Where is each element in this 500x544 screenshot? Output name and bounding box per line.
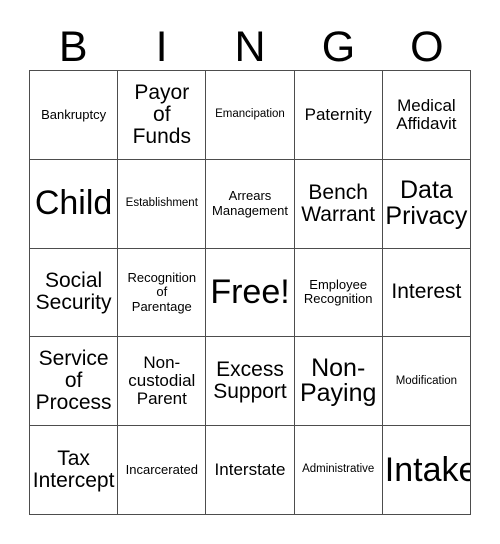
bingo-cell-label: Intake xyxy=(384,450,471,489)
bingo-cell-label: Non- custodial Parent xyxy=(128,352,196,409)
bingo-cell[interactable]: Excess Support xyxy=(206,337,295,427)
bingo-cell-label: Social Security xyxy=(35,269,112,315)
bingo-cell[interactable]: Data Privacy xyxy=(382,159,471,249)
bingo-card: B I N G O Bankruptcy Payor of Funds Eman… xyxy=(0,0,500,544)
bingo-cell-label: Non- Paying xyxy=(299,353,377,408)
bingo-cell[interactable]: Bench Warrant xyxy=(294,159,383,249)
bingo-cell-label: Employee Recognition xyxy=(303,276,373,307)
header-letter-b: B xyxy=(58,23,88,71)
header-letter-n: N xyxy=(234,23,266,71)
bingo-cell[interactable]: Non- Paying xyxy=(294,337,383,427)
header-letter-i: I xyxy=(155,23,168,71)
bingo-cell-label: Tax Intercept xyxy=(32,447,115,493)
bingo-cell[interactable]: Recognition of Parentage xyxy=(118,248,207,338)
bingo-cell[interactable]: Non- custodial Parent xyxy=(118,337,207,427)
bingo-cell-label: Incarcerated xyxy=(125,461,198,477)
bingo-cell[interactable]: Medical Affidavit xyxy=(382,71,471,160)
bingo-cell-label: Service of Process xyxy=(35,347,112,415)
bingo-cell[interactable]: Interest xyxy=(382,248,471,338)
bingo-cell-label: Bench Warrant xyxy=(301,180,376,226)
bingo-cell[interactable]: Bankruptcy xyxy=(30,71,119,160)
bingo-cell-label: Bankruptcy xyxy=(41,106,107,122)
bingo-cell-label: Arrears Management xyxy=(212,188,288,218)
bingo-cell-label: Child xyxy=(34,184,113,223)
bingo-free-space-label: Free! xyxy=(210,273,290,312)
bingo-cell[interactable]: Establishment xyxy=(118,159,207,249)
bingo-grid: Bankruptcy Payor of Funds Emancipation P… xyxy=(29,70,471,515)
bingo-header: B I N G O xyxy=(29,18,471,70)
bingo-cell[interactable]: Social Security xyxy=(30,248,119,338)
bingo-cell-label: Recognition of Parentage xyxy=(127,269,197,314)
bingo-cell[interactable]: Service of Process xyxy=(30,337,119,427)
bingo-cell[interactable]: Payor of Funds xyxy=(118,71,207,160)
bingo-cell-label: Payor of Funds xyxy=(132,80,191,148)
bingo-cell-label: Establishment xyxy=(125,197,198,210)
bingo-cell[interactable]: Arrears Management xyxy=(206,159,295,249)
bingo-cell[interactable]: Interstate xyxy=(206,426,295,515)
bingo-cell-label: Excess Support xyxy=(213,358,287,404)
bingo-cell[interactable]: Intake xyxy=(382,426,471,515)
header-letter-o: O xyxy=(410,23,444,71)
bingo-cell-label: Emancipation xyxy=(215,108,285,121)
bingo-cell-label: Modification xyxy=(395,374,458,387)
bingo-cell[interactable]: Administrative xyxy=(294,426,383,515)
bingo-cell-label: Paternity xyxy=(304,104,372,124)
bingo-cell-label: Medical Affidavit xyxy=(396,95,457,133)
bingo-cell-label: Interest xyxy=(391,280,462,304)
bingo-cell[interactable]: Incarcerated xyxy=(118,426,207,515)
bingo-cell[interactable]: Emancipation xyxy=(206,71,295,160)
bingo-cell-label: Data Privacy xyxy=(385,175,468,230)
bingo-cell[interactable]: Tax Intercept xyxy=(30,426,119,515)
bingo-cell[interactable]: Modification xyxy=(382,337,471,427)
bingo-cell[interactable]: Paternity xyxy=(294,71,383,160)
bingo-cell-label: Administrative xyxy=(302,463,375,476)
bingo-cell-label: Interstate xyxy=(214,459,286,479)
header-letter-g: G xyxy=(321,23,356,71)
bingo-cell[interactable]: Child xyxy=(30,159,119,249)
bingo-free-space[interactable]: Free! xyxy=(206,248,295,338)
bingo-cell[interactable]: Employee Recognition xyxy=(294,248,383,338)
